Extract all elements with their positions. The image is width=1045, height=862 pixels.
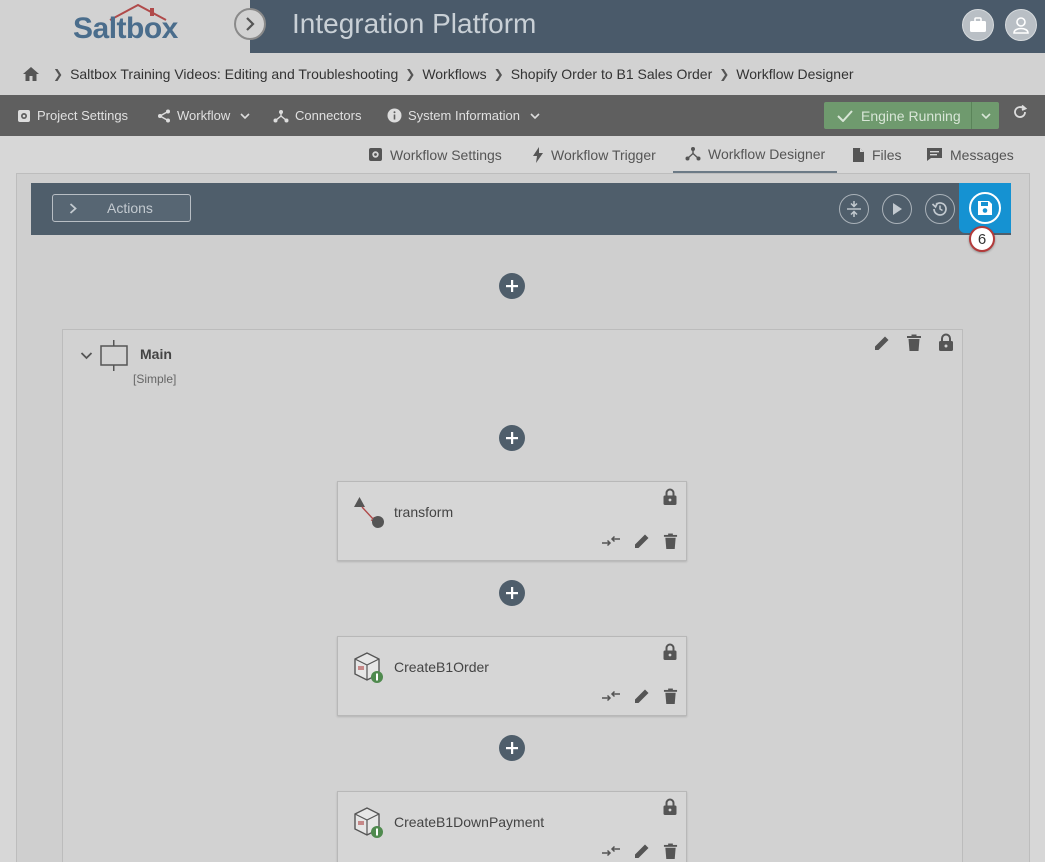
chevron-down-icon	[980, 112, 991, 119]
group-type: [Simple]	[133, 372, 177, 386]
step-label: transform	[394, 504, 454, 520]
plus-icon	[506, 742, 518, 754]
sap-b1-icon	[352, 804, 386, 845]
history-icon	[931, 202, 947, 216]
history-button[interactable]	[925, 194, 955, 224]
check-icon	[837, 109, 853, 122]
app-title: Integration Platform	[292, 8, 537, 39]
mapping-icon[interactable]	[601, 844, 621, 862]
add-step-button[interactable]	[499, 580, 525, 606]
step-label: CreateB1DownPayment	[394, 814, 545, 830]
sap-b1-icon	[352, 649, 386, 690]
lock-icon[interactable]	[662, 643, 678, 666]
chevron-right-icon: ❯	[719, 67, 730, 81]
breadcrumb-workflows[interactable]: Workflows	[422, 66, 486, 82]
system-information-menu[interactable]: System Information	[387, 95, 540, 136]
pencil-icon[interactable]	[633, 842, 651, 862]
lock-icon	[939, 333, 953, 351]
chevron-down-icon	[240, 112, 250, 120]
edit-group-button[interactable]	[873, 334, 891, 357]
run-button[interactable]	[882, 194, 912, 224]
chevron-right-icon	[246, 17, 255, 31]
chevron-down-icon[interactable]	[80, 348, 93, 366]
step-number-badge: 6	[969, 226, 995, 252]
connectors-menu[interactable]: Connectors	[273, 95, 361, 136]
sidebar-toggle-button[interactable]	[234, 8, 266, 40]
user-profile-button[interactable]	[1005, 9, 1037, 41]
tab-workflow-trigger[interactable]: Workflow Trigger	[532, 136, 656, 173]
trash-icon	[907, 334, 921, 351]
plus-icon	[506, 280, 518, 292]
lock-group-button[interactable]	[937, 333, 955, 357]
workflow-step-card[interactable]: CreateB1Order	[337, 636, 687, 716]
briefcase-icon	[970, 17, 986, 32]
file-icon	[852, 147, 865, 163]
plus-icon	[506, 587, 518, 599]
group-title: Main	[140, 346, 172, 362]
engine-options-dropdown[interactable]	[971, 102, 999, 129]
save-icon	[978, 201, 992, 215]
trash-icon[interactable]	[663, 533, 678, 555]
chevron-right-icon: ❯	[53, 67, 64, 81]
transform-icon	[352, 494, 386, 535]
tab-workflow-designer[interactable]: Workflow Designer	[673, 136, 838, 173]
breadcrumb-project[interactable]: Saltbox Training Videos: Editing and Tro…	[70, 66, 398, 82]
lock-icon[interactable]	[662, 488, 678, 511]
tab-files[interactable]: Files	[852, 136, 902, 173]
chevron-right-icon	[69, 202, 77, 214]
connectors-icon	[685, 146, 701, 161]
chevron-down-icon	[530, 112, 540, 120]
refresh-icon	[1014, 104, 1028, 118]
mapping-icon[interactable]	[601, 534, 621, 553]
connectors-icon	[273, 109, 289, 123]
workflow-step-card[interactable]: CreateB1DownPayment	[337, 791, 687, 862]
group-icon	[98, 339, 130, 376]
refresh-button[interactable]	[1010, 102, 1030, 122]
breadcrumb-current: Workflow Designer	[736, 66, 854, 82]
breadcrumb-workflow[interactable]: Shopify Order to B1 Sales Order	[511, 66, 713, 82]
add-step-button[interactable]	[499, 735, 525, 761]
gear-icon	[17, 109, 31, 123]
trash-icon[interactable]	[663, 688, 678, 710]
info-icon	[387, 108, 402, 123]
lock-icon[interactable]	[662, 798, 678, 821]
engine-status-button[interactable]: Engine Running	[824, 102, 999, 129]
add-step-button[interactable]	[499, 273, 525, 299]
lightning-icon	[532, 146, 544, 163]
logo[interactable]: Saltbox	[73, 12, 178, 46]
home-icon[interactable]	[22, 66, 40, 82]
actions-button[interactable]: Actions	[52, 194, 191, 222]
collapse-all-button[interactable]	[839, 194, 869, 224]
user-icon	[1013, 17, 1029, 34]
tab-workflow-settings[interactable]: Workflow Settings	[368, 136, 502, 173]
delete-group-button[interactable]	[906, 334, 922, 357]
share-icon	[157, 109, 171, 123]
mapping-icon[interactable]	[601, 689, 621, 708]
plus-icon	[506, 432, 518, 444]
chevron-right-icon: ❯	[493, 67, 504, 81]
pencil-icon	[875, 336, 889, 350]
gear-icon	[368, 147, 383, 162]
workflow-step-card[interactable]: transform	[337, 481, 687, 561]
breadcrumb: ❯ Saltbox Training Videos: Editing and T…	[0, 53, 1045, 95]
pencil-icon[interactable]	[633, 687, 651, 710]
tab-messages[interactable]: Messages	[926, 136, 1014, 173]
workflow-menu[interactable]: Workflow	[157, 95, 250, 136]
briefcase-button[interactable]	[962, 9, 994, 41]
play-icon	[893, 203, 902, 215]
chevron-right-icon: ❯	[405, 67, 416, 81]
pencil-icon[interactable]	[633, 532, 651, 555]
add-step-button[interactable]	[499, 425, 525, 451]
step-label: CreateB1Order	[394, 659, 489, 675]
project-settings-menu[interactable]: Project Settings	[17, 95, 128, 136]
compress-icon	[847, 201, 861, 217]
trash-icon[interactable]	[663, 843, 678, 862]
message-icon	[926, 147, 943, 162]
